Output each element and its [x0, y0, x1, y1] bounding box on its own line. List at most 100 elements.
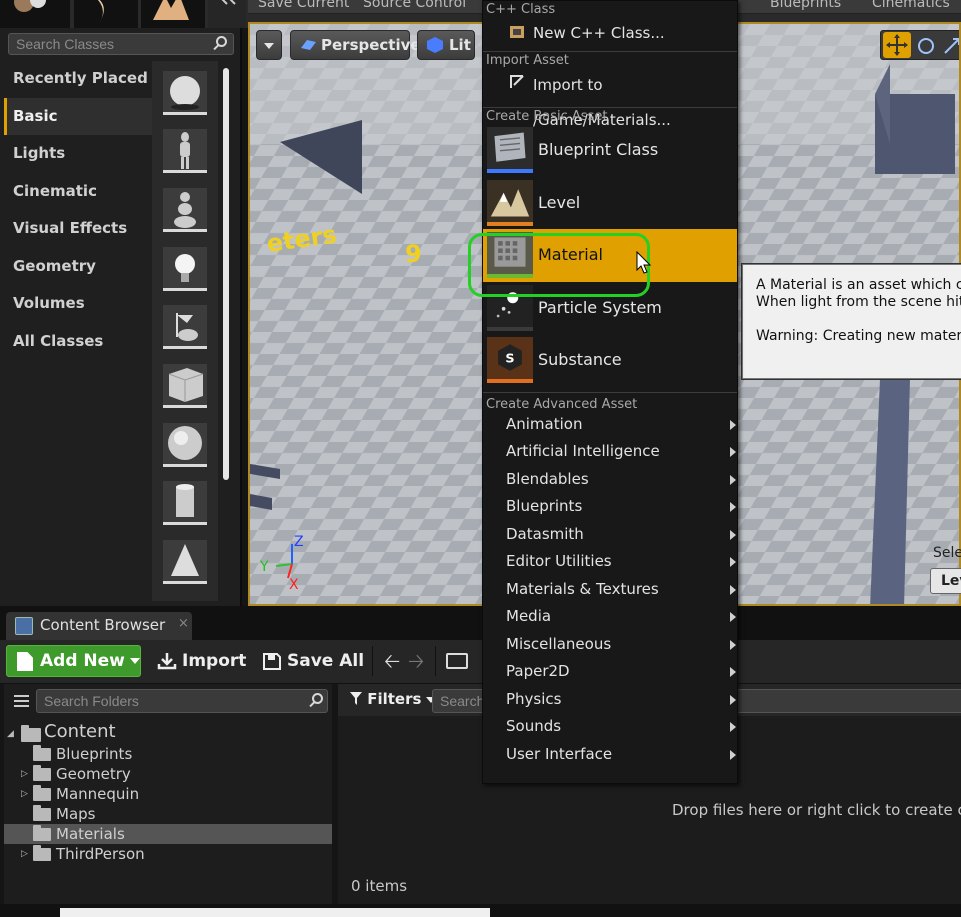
cylinder-thumb[interactable] [163, 481, 207, 525]
tree-folder-thirdperson[interactable]: ▷ ThirdPerson [4, 844, 332, 864]
submenu-miscellaneous[interactable]: Miscellaneous [483, 631, 737, 659]
cone-thumb[interactable] [163, 540, 207, 584]
filters-label: Filters [367, 690, 422, 708]
tree-folder-geometry[interactable]: ▷ Geometry [4, 764, 332, 784]
submenu-label: Materials & Textures [506, 579, 659, 598]
category-recently-placed[interactable]: Recently Placed [4, 60, 152, 98]
folder-open-icon[interactable] [446, 653, 468, 669]
perspective-button[interactable]: Perspective [290, 30, 421, 60]
submenu-label: Miscellaneous [506, 634, 612, 653]
content-browser-tab[interactable]: Content Browser × [6, 612, 192, 640]
menu-item-new-cpp-class[interactable]: New C++ Class... [483, 18, 737, 51]
submenu-user-interface[interactable]: User Interface [483, 741, 737, 769]
axis-y-label: Y [259, 559, 269, 575]
submenu-paper2d[interactable]: Paper2D [483, 658, 737, 686]
category-cinematic[interactable]: Cinematic [4, 173, 152, 211]
move-tool-button[interactable] [883, 32, 911, 58]
horizontal-scrollbar[interactable] [60, 908, 490, 917]
category-volumes[interactable]: Volumes [4, 285, 152, 323]
empty-pawn-thumb[interactable] [163, 188, 207, 232]
paint-mode-icon [97, 0, 104, 22]
import-icon [510, 75, 524, 88]
menu-item-level[interactable]: Level [483, 177, 737, 230]
chevron-right-icon [730, 639, 736, 650]
search-icon[interactable] [212, 35, 230, 53]
forward-arrow-icon[interactable]: 🡢 [408, 650, 424, 672]
axis-z-label: Z [294, 534, 304, 550]
cinematics-button[interactable]: Cinematics [872, 0, 950, 11]
sphere-thumb[interactable] [163, 423, 207, 467]
place-panel-scrollbar[interactable] [223, 68, 229, 480]
collapsed-arrow-icon[interactable]: ▷ [21, 784, 28, 804]
submenu-animation[interactable]: Animation [483, 411, 737, 439]
menu-item-blueprint-class[interactable]: Blueprint Class [483, 124, 737, 177]
import-button[interactable]: Import [157, 645, 246, 677]
scale-tool-icon[interactable] [941, 35, 961, 57]
chevron-right-icon [730, 529, 736, 540]
back-arrow-icon[interactable]: 🡠 [384, 650, 400, 672]
folder-icon [33, 825, 51, 841]
submenu-blueprints[interactable]: Blueprints [483, 493, 737, 521]
category-all-classes[interactable]: All Classes [4, 323, 152, 361]
search-folders-input[interactable] [36, 689, 328, 713]
more-modes-button[interactable] [208, 0, 246, 28]
rotate-tool-icon[interactable] [915, 35, 937, 57]
perspective-label: Perspective [321, 36, 421, 54]
tree-folder-mannequin[interactable]: ▷ Mannequin [4, 784, 332, 804]
submenu-label: Editor Utilities [506, 552, 612, 570]
submenu-label: Physics [506, 689, 562, 708]
lit-button[interactable]: Lit [417, 30, 475, 60]
axis-x-label: X [289, 577, 299, 593]
tree-folder-content[interactable]: ◢ Content [4, 722, 332, 744]
save-current-button[interactable]: Save Current [258, 0, 349, 11]
category-lights[interactable]: Lights [4, 135, 152, 173]
place-actors-panel: Recently Placed Basic Lights Cinematic V… [0, 28, 242, 606]
category-geometry[interactable]: Geometry [4, 248, 152, 286]
mode-tab-place[interactable] [0, 0, 70, 28]
close-icon[interactable]: × [178, 616, 189, 631]
tree-folder-blueprints[interactable]: Blueprints [4, 744, 332, 764]
source-control-button[interactable]: Source Control [363, 0, 466, 11]
collapsed-arrow-icon[interactable]: ▷ [21, 844, 28, 864]
empty-character-thumb[interactable] [163, 129, 207, 173]
selection-label: Sele [933, 545, 961, 561]
expanded-arrow-icon[interactable]: ◢ [7, 724, 14, 744]
collapsed-arrow-icon[interactable]: ▷ [21, 764, 28, 784]
submenu-materials-textures[interactable]: Materials & Textures [483, 576, 737, 604]
submenu-artificial-intelligence[interactable]: Artificial Intelligence [483, 438, 737, 466]
add-new-button[interactable]: Add New [6, 645, 141, 677]
blueprints-button[interactable]: Blueprints [770, 0, 841, 11]
menu-item-import-to[interactable]: Import to /Game/Materials... [483, 68, 737, 129]
save-all-button[interactable]: Save All [263, 645, 364, 677]
chevron-right-icon [730, 667, 736, 677]
menu-item-substance[interactable]: S Substance [483, 334, 737, 387]
actor-thumbnail-list [152, 61, 218, 601]
sources-panel: ◢ Content Blueprints ▷ Geometry ▷ Manneq… [4, 684, 332, 904]
submenu-physics[interactable]: Physics [483, 686, 737, 714]
sources-toggle-icon[interactable] [10, 692, 32, 710]
cube-thumb[interactable] [163, 364, 207, 408]
point-light-thumb[interactable] [163, 247, 207, 291]
submenu-sounds[interactable]: Sounds [483, 713, 737, 741]
empty-actor-thumb[interactable] [163, 71, 207, 115]
category-visual-effects[interactable]: Visual Effects [4, 210, 152, 248]
submenu-media[interactable]: Media [483, 603, 737, 631]
add-new-menu: C++ Class New C++ Class... Import Asset … [482, 0, 738, 784]
category-basic[interactable]: Basic [4, 97, 152, 135]
search-classes-input[interactable] [8, 33, 234, 55]
player-start-thumb[interactable] [163, 305, 207, 349]
submenu-editor-utilities[interactable]: Editor Utilities [483, 548, 737, 576]
tree-folder-materials[interactable]: Materials [4, 824, 332, 844]
filters-button[interactable]: Filters [350, 690, 437, 708]
tree-folder-maps[interactable]: Maps [4, 804, 332, 824]
mode-tab-paint[interactable] [74, 0, 138, 28]
submenu-datasmith[interactable]: Datasmith [483, 521, 737, 549]
mode-tab-landscape[interactable] [141, 0, 205, 28]
level-button[interactable]: Lev [930, 568, 961, 594]
submenu-blendables[interactable]: Blendables [483, 466, 737, 494]
floor-number-text: 9 [405, 240, 422, 268]
drop-hint-text: Drop files here or right click to create… [672, 801, 961, 819]
viewport-options-button[interactable] [256, 30, 282, 60]
tree-folder-label: Maps [56, 805, 96, 823]
search-icon[interactable] [308, 692, 326, 710]
